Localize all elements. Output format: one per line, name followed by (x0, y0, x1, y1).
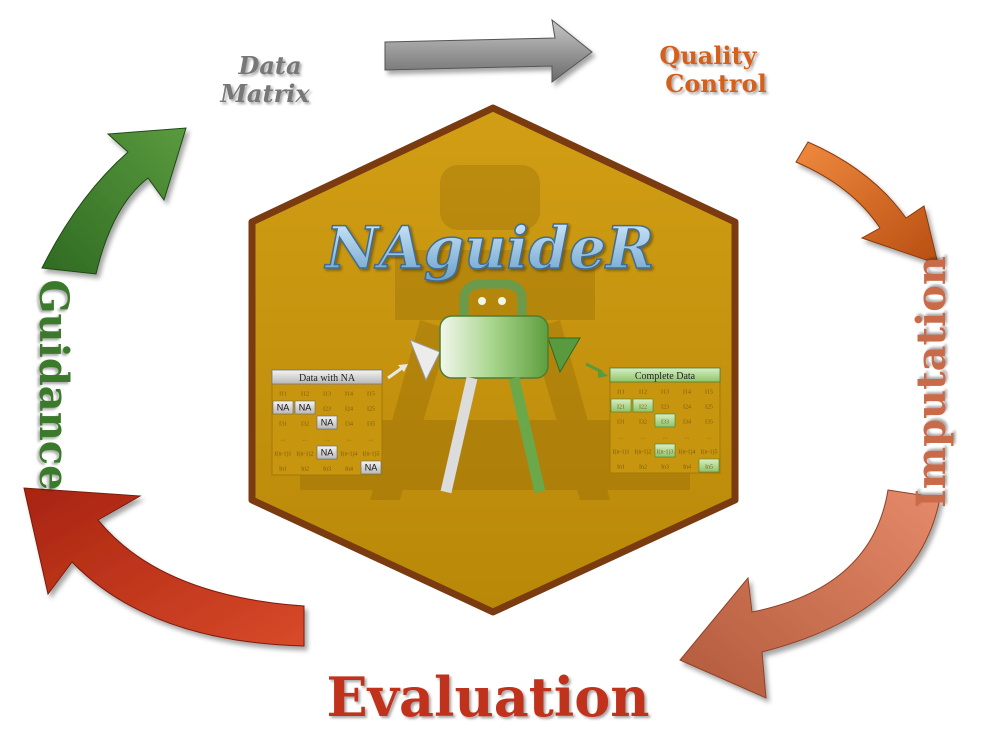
arrow-imputation-to-evaluation (679, 489, 941, 699)
table-cell-text: I22 (639, 405, 647, 411)
table-cell-text: In2 (301, 467, 309, 473)
label-data-line2: Matrix (219, 79, 310, 108)
table-cell-text: I(n-1)4 (341, 451, 358, 458)
tool-body (439, 315, 549, 379)
label-data-matrix: Data Matrix (219, 51, 310, 108)
table-cell-text: ... (707, 435, 712, 441)
table-cell-text: I35 (367, 422, 375, 428)
table-cell-text: I32 (639, 420, 647, 426)
label-imputation: Imputation (908, 256, 955, 508)
table-data-with-na: Data with NA I11 I12 I13 I14 I15 NA NA I23 I24 I2… (271, 369, 383, 476)
table-cell-text: I(n-1)2 (297, 451, 314, 458)
table-complete-data: Complete Data I11 I12 I13 I14 I15 I21 I22 I23 I2… (609, 367, 721, 474)
table-cell-text: I(n-1)5 (363, 451, 380, 458)
table-cell-text: I15 (705, 390, 713, 396)
table-cell-text: NA (365, 463, 378, 473)
table-cell-text: I(n-1)5 (701, 449, 718, 456)
table-cell-text: ... (325, 437, 330, 443)
table-cell-text: In2 (639, 465, 647, 471)
table-cell-text: I12 (639, 390, 647, 396)
tool-eye-right (498, 297, 506, 305)
table-cell-text: I24 (345, 407, 353, 413)
table-cell-text: I(n-1)3 (657, 449, 674, 456)
table-cell-text: I25 (705, 405, 713, 411)
table-cell-text: In1 (279, 467, 287, 473)
table-cell-text: In4 (683, 465, 691, 471)
tool-eye-left (478, 297, 486, 305)
label-evaluation: Evaluation (326, 665, 649, 729)
table-cell-text: I14 (683, 390, 691, 396)
table-cell-text: I12 (301, 392, 309, 398)
table-cell-text: ... (369, 437, 374, 443)
table-cell-text: I21 (617, 405, 625, 411)
table-cell-text: I24 (683, 405, 691, 411)
left-table-title: Data with NA (299, 373, 356, 384)
label-quality-line1: Quality (659, 41, 757, 70)
right-table-title: Complete Data (635, 371, 696, 382)
label-quality-control: Quality Control (659, 41, 766, 98)
table-cell-text: I23 (661, 405, 669, 411)
table-cell-text: I23 (323, 407, 331, 413)
arrow-guidance-to-data (41, 127, 187, 275)
table-cell-text: I13 (323, 392, 331, 398)
table-cell-text: I31 (279, 422, 287, 428)
table-cell-text: In3 (323, 467, 331, 473)
label-data-line1: Data (238, 51, 302, 80)
table-cell-text: I(n-1)2 (635, 449, 652, 456)
arrow-data-to-quality (384, 18, 593, 83)
table-cell-text: I15 (367, 392, 375, 398)
table-cell-text: ... (281, 437, 286, 443)
table-cell-text: I33 (661, 420, 669, 426)
table-cell-text: I35 (705, 420, 713, 426)
table-cell-text: ... (641, 435, 646, 441)
table-cell-text: NA (277, 403, 290, 413)
table-cell-text: ... (685, 435, 690, 441)
table-cell-text: NA (321, 448, 334, 458)
table-cell-text: I13 (661, 390, 669, 396)
logo-title: NAguideR (324, 214, 654, 282)
table-cell-text: ... (663, 435, 668, 441)
table-cell-text: In3 (661, 465, 669, 471)
label-guidance: Guidance (30, 279, 77, 490)
table-cell-text: I31 (617, 420, 625, 426)
label-quality-line2: Control (665, 69, 766, 98)
table-cell-text: I34 (683, 420, 691, 426)
table-cell-text: ... (619, 435, 624, 441)
table-cell-text: I25 (367, 407, 375, 413)
table-cell-text: NA (299, 403, 312, 413)
table-cell-text: I34 (345, 422, 353, 428)
table-cell-text: ... (303, 437, 308, 443)
table-cell-text: I(n-1)1 (613, 449, 630, 456)
table-cell-text: I(n-1)1 (275, 451, 292, 458)
table-cell-text: I11 (617, 390, 625, 396)
table-cell-text: I(n-1)4 (679, 449, 696, 456)
table-cell-text: NA (321, 418, 334, 428)
table-cell-text: I32 (301, 422, 309, 428)
table-cell-text: In1 (617, 465, 625, 471)
table-cell-text: I14 (345, 392, 353, 398)
table-cell-text: In4 (345, 467, 353, 473)
naguider-workflow-diagram: Data Matrix Quality Control Imputation E… (23, 18, 955, 729)
arrow-evaluation-to-guidance (23, 487, 305, 647)
naguider-hex-logo: NAguideR Data with NA I11 I12 I13 I14 I15 NA N… (248, 104, 739, 616)
table-cell-text: In5 (705, 465, 713, 471)
arrow-quality-to-imputation (795, 141, 939, 265)
table-cell-text: ... (347, 437, 352, 443)
table-cell-text: I11 (279, 392, 287, 398)
